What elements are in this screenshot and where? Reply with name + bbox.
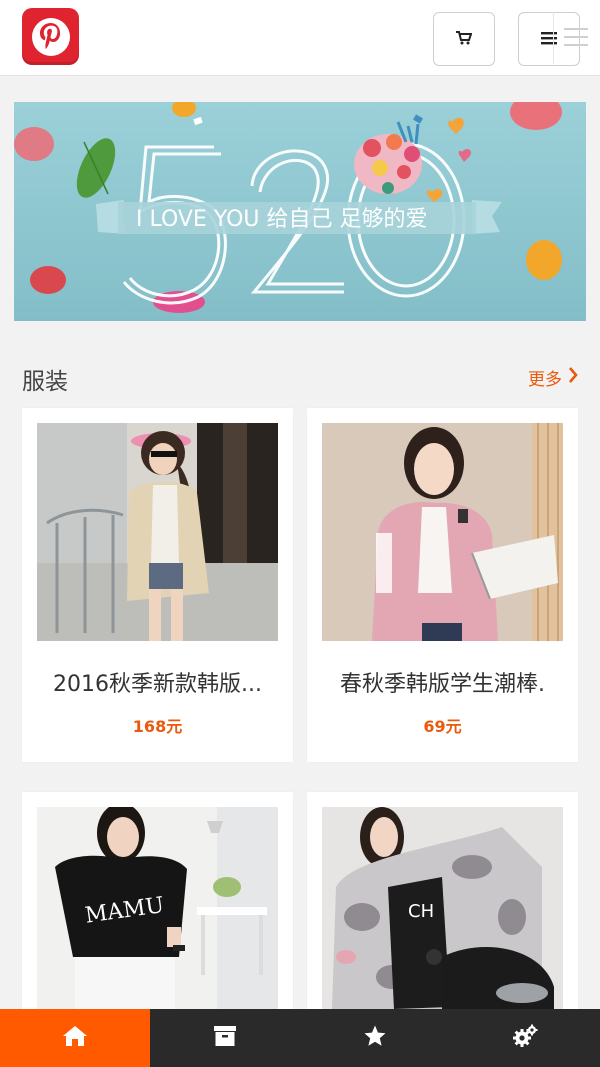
- more-link[interactable]: 更多: [528, 365, 578, 390]
- banner-tagline: I LOVE YOU 给自己 足够的爱: [136, 207, 427, 232]
- hamburger-overlay-icon: [553, 12, 597, 64]
- product-card[interactable]: 春秋季韩版学生潮棒. 69元: [307, 408, 578, 762]
- nav-home[interactable]: [0, 1009, 150, 1067]
- product-card[interactable]: 2016秋季新款韩版... 168元: [22, 408, 293, 762]
- app-header: [0, 0, 600, 76]
- product-image[interactable]: [322, 423, 563, 641]
- product-image[interactable]: CH: [322, 807, 563, 1009]
- product-card[interactable]: MAMU: [22, 792, 293, 1009]
- product-card[interactable]: CH: [307, 792, 578, 1009]
- archive-icon: [214, 1026, 236, 1050]
- nav-favorites[interactable]: [300, 1009, 450, 1067]
- shirt-print: CH: [408, 901, 434, 922]
- product-name: 春秋季韩版学生潮棒.: [340, 672, 545, 697]
- promo-banner[interactable]: I LOVE YOU 给自己 足够的爱: [14, 102, 586, 321]
- product-price: 168元: [132, 717, 183, 736]
- pinterest-icon: [31, 17, 70, 56]
- cart-button[interactable]: [433, 12, 495, 66]
- more-label: 更多: [528, 370, 562, 390]
- chevron-right-icon: [562, 367, 578, 388]
- section-title: 服装: [22, 369, 68, 395]
- product-image[interactable]: [37, 423, 278, 641]
- home-icon: [62, 1025, 88, 1051]
- nav-archive[interactable]: [150, 1009, 300, 1067]
- bottom-nav: [0, 1009, 600, 1067]
- cart-icon: [456, 30, 473, 49]
- nav-settings[interactable]: [450, 1009, 600, 1067]
- product-image[interactable]: MAMU: [37, 807, 278, 1009]
- product-name: 2016秋季新款韩版...: [53, 672, 262, 697]
- product-price: 69元: [423, 717, 462, 736]
- pinterest-logo[interactable]: [22, 8, 79, 65]
- gears-icon: [512, 1024, 538, 1052]
- star-icon: [364, 1025, 386, 1051]
